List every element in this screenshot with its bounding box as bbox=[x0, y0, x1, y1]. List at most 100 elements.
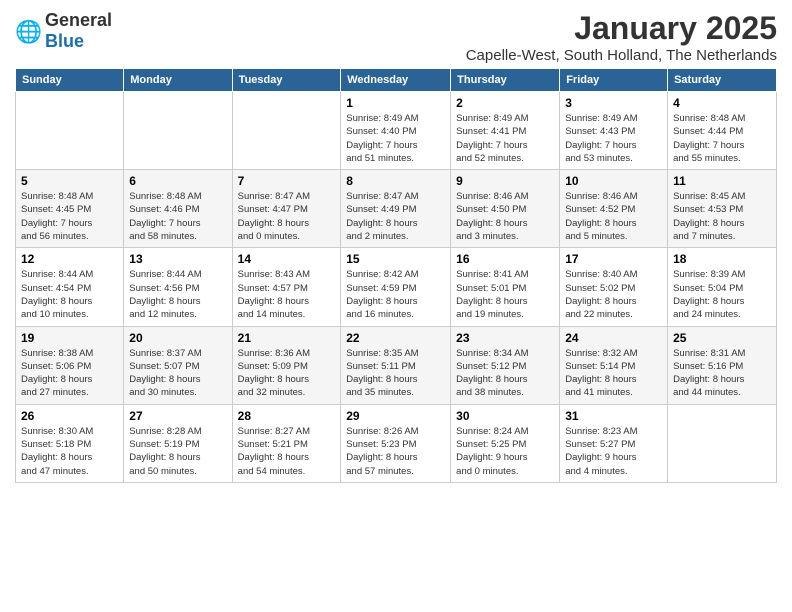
day-info: Sunrise: 8:44 AM Sunset: 4:54 PM Dayligh… bbox=[21, 268, 118, 321]
calendar-cell: 11Sunrise: 8:45 AM Sunset: 4:53 PM Dayli… bbox=[668, 170, 777, 248]
day-info: Sunrise: 8:42 AM Sunset: 4:59 PM Dayligh… bbox=[346, 268, 445, 321]
day-info: Sunrise: 8:44 AM Sunset: 4:56 PM Dayligh… bbox=[129, 268, 226, 321]
calendar-cell: 9 Sunrise: 8:46 AM Sunset: 4:50 PM Daylig… bbox=[451, 170, 560, 248]
calendar-cell: 6 Sunrise: 8:48 AM Sunset: 4:46 PM Daylig… bbox=[124, 170, 232, 248]
day-number: 13 bbox=[129, 252, 226, 266]
col-monday: Monday bbox=[124, 69, 232, 92]
calendar-cell: 16 Sunrise: 8:41 AM Sunset: 5:01 PM Dayli… bbox=[451, 248, 560, 326]
day-info: Sunrise: 8:36 AM Sunset: 5:09 PM Dayligh… bbox=[238, 347, 336, 400]
day-number: 21 bbox=[238, 331, 336, 345]
calendar-week-row: 19Sunrise: 8:38 AM Sunset: 5:06 PM Dayli… bbox=[16, 326, 777, 404]
day-info: Sunrise: 8:46 AM Sunset: 4:52 PM Dayligh… bbox=[565, 190, 662, 243]
calendar-cell: 12Sunrise: 8:44 AM Sunset: 4:54 PM Dayli… bbox=[16, 248, 124, 326]
header: 🌐 General Blue January 2025 Capelle-West… bbox=[15, 10, 777, 64]
calendar-cell: 25 Sunrise: 8:31 AM Sunset: 5:16 PM Dayli… bbox=[668, 326, 777, 404]
month-title: January 2025 bbox=[466, 10, 777, 47]
calendar-cell: 21 Sunrise: 8:36 AM Sunset: 5:09 PM Dayli… bbox=[232, 326, 341, 404]
day-info: Sunrise: 8:46 AM Sunset: 4:50 PM Dayligh… bbox=[456, 190, 554, 243]
calendar-cell bbox=[124, 92, 232, 170]
day-number: 26 bbox=[21, 409, 118, 423]
calendar-header-row: Sunday Monday Tuesday Wednesday Thursday… bbox=[16, 69, 777, 92]
calendar-cell: 5 Sunrise: 8:48 AM Sunset: 4:45 PM Daylig… bbox=[16, 170, 124, 248]
day-info: Sunrise: 8:26 AM Sunset: 5:23 PM Dayligh… bbox=[346, 425, 445, 478]
col-sunday: Sunday bbox=[16, 69, 124, 92]
logo: 🌐 General Blue bbox=[15, 10, 112, 52]
calendar-cell: 2Sunrise: 8:49 AM Sunset: 4:41 PM Daylig… bbox=[451, 92, 560, 170]
calendar-cell: 18Sunrise: 8:39 AM Sunset: 5:04 PM Dayli… bbox=[668, 248, 777, 326]
day-info: Sunrise: 8:47 AM Sunset: 4:49 PM Dayligh… bbox=[346, 190, 445, 243]
calendar-cell: 15Sunrise: 8:42 AM Sunset: 4:59 PM Dayli… bbox=[341, 248, 451, 326]
calendar-week-row: 12Sunrise: 8:44 AM Sunset: 4:54 PM Dayli… bbox=[16, 248, 777, 326]
day-number: 27 bbox=[129, 409, 226, 423]
day-info: Sunrise: 8:41 AM Sunset: 5:01 PM Dayligh… bbox=[456, 268, 554, 321]
day-number: 1 bbox=[346, 96, 445, 110]
calendar-cell: 24 Sunrise: 8:32 AM Sunset: 5:14 PM Dayli… bbox=[560, 326, 668, 404]
day-info: Sunrise: 8:48 AM Sunset: 4:46 PM Dayligh… bbox=[129, 190, 226, 243]
day-number: 24 bbox=[565, 331, 662, 345]
calendar-cell: 23 Sunrise: 8:34 AM Sunset: 5:12 PM Dayli… bbox=[451, 326, 560, 404]
col-saturday: Saturday bbox=[668, 69, 777, 92]
day-info: Sunrise: 8:28 AM Sunset: 5:19 PM Dayligh… bbox=[129, 425, 226, 478]
day-number: 2 bbox=[456, 96, 554, 110]
svg-text:🌐: 🌐 bbox=[15, 19, 42, 44]
day-info: Sunrise: 8:35 AM Sunset: 5:11 PM Dayligh… bbox=[346, 347, 445, 400]
day-number: 14 bbox=[238, 252, 336, 266]
logo-general: General bbox=[45, 10, 112, 30]
day-number: 29 bbox=[346, 409, 445, 423]
day-number: 5 bbox=[21, 174, 118, 188]
day-number: 28 bbox=[238, 409, 336, 423]
day-number: 20 bbox=[129, 331, 226, 345]
day-info: Sunrise: 8:23 AM Sunset: 5:27 PM Dayligh… bbox=[565, 425, 662, 478]
day-info: Sunrise: 8:32 AM Sunset: 5:14 PM Dayligh… bbox=[565, 347, 662, 400]
day-info: Sunrise: 8:48 AM Sunset: 4:45 PM Dayligh… bbox=[21, 190, 118, 243]
calendar-cell: 31Sunrise: 8:23 AM Sunset: 5:27 PM Dayli… bbox=[560, 404, 668, 482]
day-info: Sunrise: 8:38 AM Sunset: 5:06 PM Dayligh… bbox=[21, 347, 118, 400]
calendar-cell: 4 Sunrise: 8:48 AM Sunset: 4:44 PM Daylig… bbox=[668, 92, 777, 170]
day-info: Sunrise: 8:47 AM Sunset: 4:47 PM Dayligh… bbox=[238, 190, 336, 243]
calendar-cell: 30Sunrise: 8:24 AM Sunset: 5:25 PM Dayli… bbox=[451, 404, 560, 482]
calendar-cell: 7 Sunrise: 8:47 AM Sunset: 4:47 PM Daylig… bbox=[232, 170, 341, 248]
day-number: 25 bbox=[673, 331, 771, 345]
calendar-cell: 8 Sunrise: 8:47 AM Sunset: 4:49 PM Daylig… bbox=[341, 170, 451, 248]
calendar-cell: 28 Sunrise: 8:27 AM Sunset: 5:21 PM Dayli… bbox=[232, 404, 341, 482]
day-number: 7 bbox=[238, 174, 336, 188]
col-thursday: Thursday bbox=[451, 69, 560, 92]
day-number: 16 bbox=[456, 252, 554, 266]
calendar-cell: 29 Sunrise: 8:26 AM Sunset: 5:23 PM Dayli… bbox=[341, 404, 451, 482]
col-friday: Friday bbox=[560, 69, 668, 92]
calendar-cell: 17Sunrise: 8:40 AM Sunset: 5:02 PM Dayli… bbox=[560, 248, 668, 326]
logo-icon: 🌐 bbox=[15, 17, 43, 45]
day-number: 9 bbox=[456, 174, 554, 188]
day-number: 3 bbox=[565, 96, 662, 110]
calendar-cell: 22 Sunrise: 8:35 AM Sunset: 5:11 PM Dayli… bbox=[341, 326, 451, 404]
calendar-cell: 19Sunrise: 8:38 AM Sunset: 5:06 PM Dayli… bbox=[16, 326, 124, 404]
title-block: January 2025 Capelle-West, South Holland… bbox=[466, 10, 777, 64]
calendar-cell bbox=[668, 404, 777, 482]
day-info: Sunrise: 8:37 AM Sunset: 5:07 PM Dayligh… bbox=[129, 347, 226, 400]
day-info: Sunrise: 8:43 AM Sunset: 4:57 PM Dayligh… bbox=[238, 268, 336, 321]
calendar-cell bbox=[232, 92, 341, 170]
day-info: Sunrise: 8:31 AM Sunset: 5:16 PM Dayligh… bbox=[673, 347, 771, 400]
calendar-cell: 10Sunrise: 8:46 AM Sunset: 4:52 PM Dayli… bbox=[560, 170, 668, 248]
logo-blue: Blue bbox=[45, 31, 84, 51]
day-number: 4 bbox=[673, 96, 771, 110]
day-info: Sunrise: 8:48 AM Sunset: 4:44 PM Dayligh… bbox=[673, 112, 771, 165]
calendar-cell bbox=[16, 92, 124, 170]
calendar-cell: 1 Sunrise: 8:49 AM Sunset: 4:40 PM Daylig… bbox=[341, 92, 451, 170]
day-info: Sunrise: 8:49 AM Sunset: 4:43 PM Dayligh… bbox=[565, 112, 662, 165]
day-info: Sunrise: 8:27 AM Sunset: 5:21 PM Dayligh… bbox=[238, 425, 336, 478]
col-tuesday: Tuesday bbox=[232, 69, 341, 92]
day-number: 6 bbox=[129, 174, 226, 188]
calendar-cell: 14 Sunrise: 8:43 AM Sunset: 4:57 PM Dayli… bbox=[232, 248, 341, 326]
calendar-table: Sunday Monday Tuesday Wednesday Thursday… bbox=[15, 68, 777, 483]
col-wednesday: Wednesday bbox=[341, 69, 451, 92]
calendar-week-row: 26Sunrise: 8:30 AM Sunset: 5:18 PM Dayli… bbox=[16, 404, 777, 482]
day-number: 23 bbox=[456, 331, 554, 345]
day-number: 22 bbox=[346, 331, 445, 345]
day-number: 17 bbox=[565, 252, 662, 266]
day-number: 8 bbox=[346, 174, 445, 188]
day-info: Sunrise: 8:34 AM Sunset: 5:12 PM Dayligh… bbox=[456, 347, 554, 400]
day-number: 30 bbox=[456, 409, 554, 423]
day-info: Sunrise: 8:49 AM Sunset: 4:40 PM Dayligh… bbox=[346, 112, 445, 165]
day-info: Sunrise: 8:45 AM Sunset: 4:53 PM Dayligh… bbox=[673, 190, 771, 243]
